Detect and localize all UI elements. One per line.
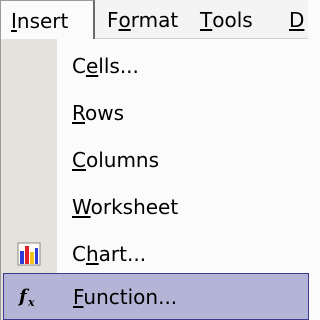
menu-tools-label: ools bbox=[212, 7, 253, 32]
menu-format[interactable]: Fo rmat bbox=[97, 0, 188, 39]
menu-item-rows[interactable]: Rows bbox=[1, 89, 309, 136]
menu-item-worksheet[interactable]: Worksheet bbox=[1, 183, 309, 230]
menu-item-columns-icon-slot bbox=[1, 136, 57, 183]
insert-dropdown: Cells... Rows Columns Worksheet Chart...… bbox=[0, 39, 309, 320]
menu-item-columns-label: Columns bbox=[72, 147, 160, 172]
menu-format-label-b: rmat bbox=[130, 7, 179, 32]
menu-item-cells-label: Cells... bbox=[72, 53, 139, 78]
menu-item-cells[interactable]: Cells... bbox=[1, 42, 309, 89]
menu-format-label-a: F bbox=[107, 7, 119, 32]
menu-item-rows-label: Rows bbox=[72, 100, 125, 125]
menu-insert-label: nsert bbox=[16, 8, 69, 33]
menu-tools[interactable]: Tools bbox=[190, 0, 263, 39]
menu-insert[interactable]: Insert bbox=[0, 0, 95, 40]
svg-text:x: x bbox=[27, 296, 35, 309]
menu-item-function[interactable]: f x Function... bbox=[3, 273, 309, 320]
menu-data-accel: D bbox=[289, 7, 305, 32]
menu-data-partial[interactable]: D bbox=[279, 0, 314, 39]
menu-item-cells-icon-slot bbox=[1, 42, 57, 89]
menu-item-function-label: Function... bbox=[73, 284, 178, 309]
menu-format-accel: o bbox=[118, 7, 131, 32]
function-icon: f x bbox=[4, 273, 58, 320]
menu-tools-accel: T bbox=[200, 7, 213, 32]
menu-item-chart-label: Chart... bbox=[72, 241, 147, 266]
menu-item-worksheet-icon-slot bbox=[1, 183, 57, 230]
menu-item-rows-icon-slot bbox=[1, 89, 57, 136]
menu-item-chart[interactable]: Chart... bbox=[1, 230, 309, 277]
menu-item-columns[interactable]: Columns bbox=[1, 136, 309, 183]
menu-item-worksheet-label: Worksheet bbox=[72, 194, 179, 219]
menu-bar: Insert Fo rmat Tools D bbox=[0, 0, 308, 40]
chart-icon bbox=[1, 230, 57, 277]
